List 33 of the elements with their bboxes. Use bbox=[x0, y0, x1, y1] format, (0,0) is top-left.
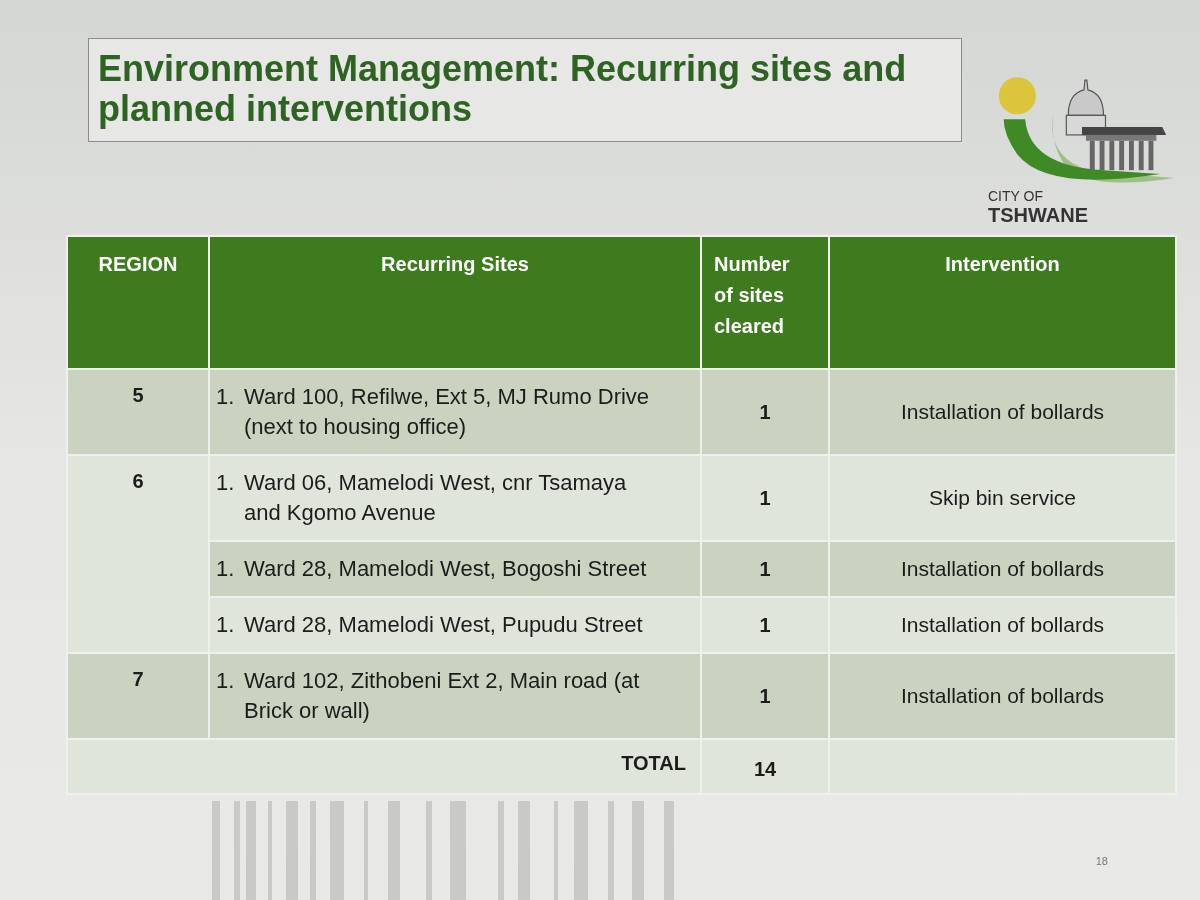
sites-column-header: Recurring Sites bbox=[209, 236, 701, 369]
region-cell: 6 bbox=[67, 455, 209, 653]
list-number: 1. bbox=[216, 383, 236, 411]
intervention-cell: Installation of bollards bbox=[829, 597, 1176, 653]
intervention-cell: Skip bin service bbox=[829, 455, 1176, 541]
slide-title: Environment Management: Recurring sites and planned interventions bbox=[98, 49, 908, 129]
region-column-header: REGION bbox=[67, 236, 209, 369]
count-cell: 1 bbox=[701, 653, 829, 739]
intervention-cell: Installation of bollards bbox=[829, 653, 1176, 739]
page-number: 18 bbox=[1095, 854, 1108, 869]
list-number: 1. bbox=[216, 611, 236, 639]
list-number: 1. bbox=[216, 667, 236, 695]
count-cell: 1 bbox=[701, 541, 829, 597]
logo-text: TSHWANE bbox=[988, 204, 1089, 226]
list-number: 1. bbox=[216, 469, 236, 497]
intervention-column-header: Intervention bbox=[829, 236, 1176, 369]
site-text: Ward 28, Mamelodi West, Bogoshi Street bbox=[244, 555, 648, 583]
site-text: Ward 102, Zithobeni Ext 2, Main road (at Brick or wall) bbox=[244, 667, 641, 725]
site-text: Ward 100, Refilwe, Ext 5, MJ Rumo Drive (next to housing office) bbox=[244, 383, 651, 441]
count-column-header: Number of sites cleared bbox=[701, 236, 829, 369]
list-number: 1. bbox=[216, 555, 236, 583]
count-cell: 1 bbox=[701, 597, 829, 653]
intervention-cell: Installation of bollards bbox=[829, 369, 1176, 455]
region-cell: 5 bbox=[67, 369, 209, 455]
site-text: Ward 28, Mamelodi West, Pupudu Street bbox=[244, 611, 644, 639]
count-cell: 1 bbox=[701, 369, 829, 455]
logo-text: CITY OF bbox=[988, 188, 1044, 204]
total-label: TOTAL bbox=[67, 739, 701, 794]
site-text: Ward 06, Mamelodi West, cnr Tsamaya and Kgomo Avenue bbox=[244, 469, 628, 527]
region-cell: 7 bbox=[67, 653, 209, 739]
intervention-cell: Installation of bollards bbox=[829, 541, 1176, 597]
total-value: 14 bbox=[701, 739, 829, 794]
count-cell: 1 bbox=[701, 455, 829, 541]
